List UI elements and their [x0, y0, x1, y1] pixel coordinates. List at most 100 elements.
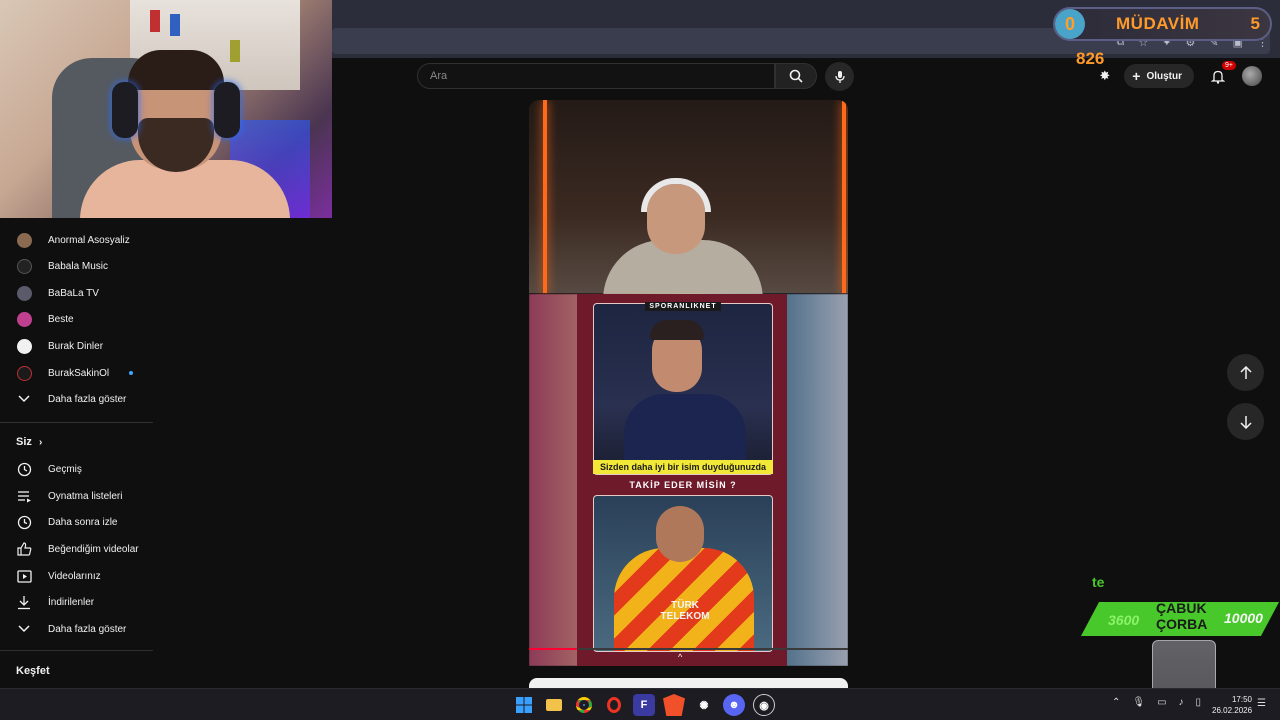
windows-start-icon[interactable]: [513, 694, 535, 716]
score-counter: 826: [1076, 49, 1105, 68]
previous-short-button[interactable]: [1227, 354, 1264, 391]
app-f-icon[interactable]: F: [633, 694, 655, 716]
reaction-camera-frame: [529, 100, 848, 300]
create-button-label: Oluştur: [1146, 70, 1182, 82]
jersey-sponsor: TÜRK TELEKOM: [640, 600, 730, 622]
video-progress-bar[interactable]: [529, 648, 848, 650]
avatar[interactable]: [1242, 66, 1262, 86]
new-content-dot: [129, 371, 133, 375]
ticker-title: ÇABUK ÇORBA: [1156, 600, 1207, 632]
taskbar: F ✺ ☻ ◉ ⌃ 🎙 ▭ ♪ ▯ 17:50 26.02.2026 ☰: [0, 688, 1280, 720]
system-clock[interactable]: 17:50 26.02.2026: [1212, 694, 1252, 716]
notifications-button[interactable]: 9+: [1208, 61, 1236, 86]
neon-light: [842, 100, 846, 293]
playlist-icon: [16, 488, 32, 504]
microphone-icon[interactable]: 🎙: [1132, 697, 1145, 708]
sidebar-item-subscription[interactable]: Babala Music: [0, 254, 153, 278]
headphones-icon: [641, 178, 711, 212]
sidebar-item-playlists[interactable]: Oynatma listeleri: [0, 484, 153, 508]
volume-icon[interactable]: ♪: [1179, 697, 1184, 708]
video-caption: Sizden daha iyi bir isim duyduğunuzda: [593, 460, 773, 474]
sidebar-item-label: Burak Dinler: [48, 340, 104, 352]
sidebar-item-label: Babala Music: [48, 260, 109, 272]
clip-footballer: TÜRK TELEKOM: [593, 495, 773, 652]
microphone-icon: [834, 70, 845, 83]
download-icon: [16, 594, 32, 610]
ticker-right-value: 10000: [1224, 610, 1263, 626]
chrome-icon[interactable]: [573, 694, 595, 716]
you-heading-label: Siz: [16, 436, 32, 448]
obs-icon[interactable]: ◉: [753, 694, 775, 716]
search-button[interactable]: [775, 63, 817, 89]
regular-count-left: 0: [1055, 9, 1085, 39]
sidebar-item-label: Geçmiş: [48, 463, 82, 475]
sidebar-item-subscription[interactable]: BurakSakinOl: [0, 361, 153, 385]
chevron-right-icon: ›: [38, 437, 43, 448]
search-input[interactable]: Ara: [417, 63, 775, 89]
jersey-sponsor-line-1: TÜRK: [671, 600, 699, 611]
divider: [0, 650, 153, 651]
shorts-video-player[interactable]: SPORANLIKNET Sizden daha iyi bir isim du…: [529, 100, 848, 666]
jersey-sponsor-line-2: TELEKOM: [660, 611, 710, 622]
notification-badge: 9+: [1222, 61, 1236, 70]
next-short-button[interactable]: [1227, 403, 1264, 440]
voice-search-button[interactable]: [825, 62, 854, 91]
sparkle-icon[interactable]: ✸: [1099, 68, 1110, 84]
footballer-face: [656, 506, 704, 562]
show-more-subscriptions[interactable]: Daha fazla göster: [0, 387, 153, 411]
chatgpt-icon[interactable]: ✺: [693, 694, 715, 716]
chevron-up-icon[interactable]: ⌃: [1112, 697, 1120, 708]
sidebar-item-label: BurakSakinOl: [48, 367, 110, 379]
webcam-overlay: [0, 0, 332, 218]
notification-center-icon[interactable]: ☰: [1257, 698, 1266, 709]
sidebar-item-downloads[interactable]: İndirilenler: [0, 590, 153, 614]
source-tag: SPORANLIKNET: [593, 302, 773, 311]
streamer-hair: [128, 50, 224, 90]
show-more-you[interactable]: Daha fazla göster: [0, 617, 153, 641]
history-icon: [16, 461, 32, 477]
ticker-left-value: 3600: [1108, 612, 1140, 628]
sidebar-item-subscription[interactable]: Burak Dinler: [0, 334, 153, 358]
clock-icon: [16, 514, 32, 530]
file-explorer-icon[interactable]: [543, 694, 565, 716]
ticker-title-line-1: ÇABUK: [1156, 600, 1207, 616]
sidebar-item-subscription[interactable]: Anormal Asosyaliz: [0, 228, 153, 252]
sidebar-item-subscription[interactable]: Beste: [0, 307, 153, 331]
sidebar-item-your-videos[interactable]: Videolarınız: [0, 564, 153, 588]
search-icon: [789, 69, 803, 83]
shelf-figure: [150, 10, 160, 32]
sidebar-item-liked-videos[interactable]: Beğendiğim videolar: [0, 537, 153, 561]
commentator-hair: [650, 320, 704, 340]
shelf-figure: [170, 14, 180, 36]
brave-icon[interactable]: [663, 694, 685, 716]
headset-icon: [214, 82, 240, 138]
clock-time: 17:50: [1231, 695, 1252, 704]
chevron-up-icon[interactable]: ^: [678, 652, 682, 662]
regular-viewer-widget: 0 MÜDAVİM 5: [1053, 7, 1272, 41]
sidebar-item-history[interactable]: Geçmiş: [0, 457, 153, 481]
sidebar-item-subscription[interactable]: BaBaLa TV: [0, 281, 153, 305]
header-actions: ✸ + Oluştur 9+: [1099, 61, 1262, 88]
sidebar-item-label: Anormal Asosyaliz: [48, 234, 130, 246]
you-section-heading[interactable]: Siz ›: [16, 436, 42, 448]
network-icon[interactable]: ▭: [1157, 697, 1166, 708]
like-icon: [16, 541, 32, 557]
clip-commentator: [593, 303, 773, 475]
sidebar-item-label: Daha fazla göster: [48, 393, 127, 405]
source-tag-text: SPORANLIKNET: [645, 302, 721, 311]
sidebar-item-label: Beğendiğim videolar: [48, 543, 139, 555]
battery-icon[interactable]: ▯: [1196, 697, 1202, 708]
system-tray: ⌃ 🎙 ▭ ♪ ▯: [1112, 697, 1201, 708]
create-button[interactable]: + Oluştur: [1124, 64, 1194, 88]
discord-icon[interactable]: ☻: [723, 694, 745, 716]
headset-icon: [112, 82, 138, 138]
opera-icon[interactable]: [603, 694, 625, 716]
chevron-down-icon: [16, 621, 32, 637]
channel-avatar-icon: [16, 338, 32, 354]
sidebar-item-watch-later[interactable]: Daha sonra izle: [0, 510, 153, 534]
your-videos-icon: [16, 568, 32, 584]
sidebar-item-label: Daha sonra izle: [48, 516, 118, 528]
sidebar-item-label: Daha fazla göster: [48, 623, 127, 635]
clock-date: 26.02.2026: [1212, 706, 1253, 715]
divider: [0, 422, 153, 423]
